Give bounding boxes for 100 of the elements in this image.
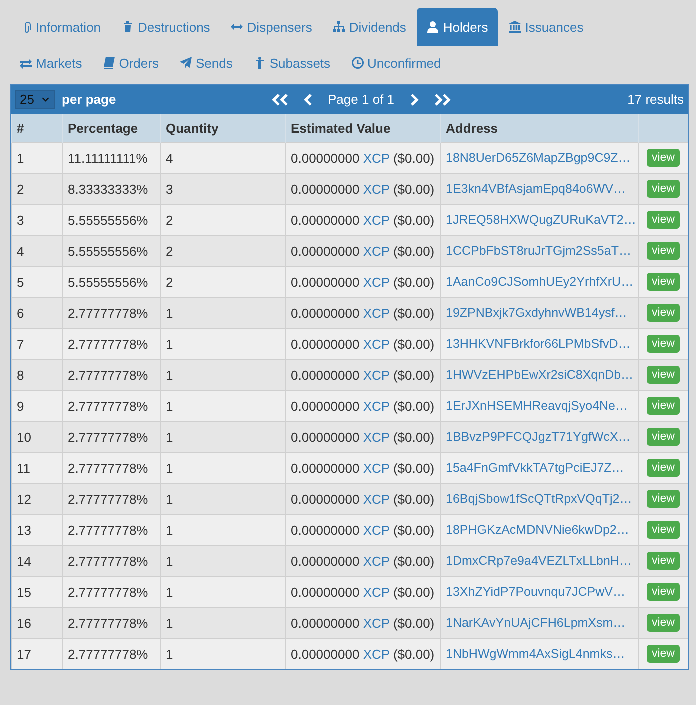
tab[interactable]: Unconfirmed [342, 46, 452, 80]
exchange-icon [20, 57, 32, 69]
tab[interactable]: Destructions [112, 8, 220, 46]
usd-value: ($0.00) [393, 430, 435, 444]
tab[interactable]: Dividends [323, 8, 416, 46]
asset-link[interactable]: XCP [363, 212, 390, 228]
asset-link[interactable]: XCP [363, 430, 390, 444]
table-cell: 16 [12, 608, 62, 638]
asset-link[interactable]: XCP [363, 274, 390, 290]
table-cell: 2.77777778% [62, 360, 160, 390]
usd-value: ($0.00) [393, 368, 435, 382]
table-cell: 2.77777778% [62, 422, 160, 452]
person-icon [254, 57, 266, 69]
view-button[interactable]: view [646, 428, 680, 446]
view-button[interactable]: view [646, 273, 680, 291]
usd-value: ($0.00) [393, 646, 435, 662]
asset-link[interactable]: XCP [363, 306, 390, 320]
double-arrow-icon [231, 21, 244, 33]
asset-link[interactable]: XCP [363, 522, 390, 538]
usd-value: ($0.00) [393, 306, 435, 320]
per-page-select[interactable]: 25 [15, 90, 55, 109]
first-page-icon[interactable] [270, 92, 290, 106]
asset-link[interactable]: XCP [363, 182, 390, 196]
table-cell: 14 [12, 546, 62, 576]
hierarchy-icon [333, 21, 346, 33]
table-cell: 1 [160, 514, 286, 546]
send-icon [180, 57, 192, 69]
tab[interactable]: Markets [10, 46, 92, 80]
value-amount: 0.00000000 [291, 368, 360, 382]
usd-value: ($0.00) [393, 274, 435, 290]
view-button[interactable]: view [646, 366, 680, 384]
asset-link[interactable]: XCP [363, 616, 390, 630]
asset-link[interactable]: XCP [363, 460, 390, 476]
tab[interactable]: Information [10, 8, 112, 46]
table-cell: 11.11111111% [62, 142, 160, 174]
tab[interactable]: Subassets [244, 46, 341, 80]
usd-value: ($0.00) [393, 212, 435, 228]
view-button[interactable]: view [646, 180, 680, 198]
caret-icon [42, 95, 50, 104]
asset-link[interactable]: XCP [363, 554, 390, 568]
table-cell: 7 [12, 328, 62, 360]
view-button[interactable]: view [646, 304, 680, 322]
tab[interactable]: Sends [170, 46, 243, 80]
table-cell: 1 [12, 142, 62, 174]
view-button[interactable]: view [646, 645, 680, 663]
value-amount: 0.00000000 [291, 336, 360, 352]
asset-link[interactable]: XCP [363, 368, 390, 382]
view-button[interactable]: view [646, 335, 680, 353]
value-amount: 0.00000000 [291, 554, 360, 568]
view-button[interactable]: view [646, 614, 680, 632]
table-cell: 2 [160, 204, 286, 236]
value-amount: 0.00000000 [291, 244, 360, 258]
table-cell: 2 [12, 174, 62, 204]
view-button[interactable]: view [646, 397, 680, 415]
table-cell: 1 [160, 484, 286, 514]
tab[interactable]: Orders [93, 46, 169, 80]
table-cell: 1 [160, 546, 286, 576]
view-button[interactable]: view [646, 552, 680, 570]
tab[interactable]: Issuances [499, 8, 594, 46]
value-amount: 0.00000000 [291, 398, 360, 414]
table-cell: 2.77777778% [62, 390, 160, 422]
asset-link[interactable]: XCP [363, 646, 390, 662]
asset-link[interactable]: XCP [363, 336, 390, 352]
table-cell: 3 [160, 174, 286, 204]
value-amount: 0.00000000 [291, 150, 360, 166]
asset-link[interactable]: XCP [363, 244, 390, 258]
page-indicator: Page 1 of 1 [328, 92, 394, 107]
table-cell: 11 [12, 452, 62, 484]
view-button[interactable]: view [646, 459, 680, 477]
tab[interactable]: Holders [417, 8, 498, 46]
view-button[interactable]: view [646, 242, 680, 260]
trash-icon [122, 21, 134, 33]
view-button[interactable]: view [646, 521, 680, 539]
asset-link[interactable]: XCP [363, 398, 390, 414]
value-amount: 0.00000000 [291, 460, 360, 476]
view-button[interactable]: view [646, 149, 680, 167]
column-header: # [12, 114, 62, 142]
clock-icon [352, 57, 364, 69]
usd-value: ($0.00) [393, 150, 435, 166]
table-cell: 2.77777778% [62, 328, 160, 360]
table-cell: 12 [12, 484, 62, 514]
asset-link[interactable]: XCP [363, 150, 390, 166]
table-cell: 1 [160, 452, 286, 484]
previous-page-icon[interactable] [304, 92, 314, 106]
view-button[interactable]: view [646, 211, 680, 229]
last-page-icon[interactable] [432, 92, 452, 106]
next-page-icon[interactable] [408, 92, 418, 106]
table-cell: 2 [160, 236, 286, 266]
results-count: 17 results [628, 92, 684, 107]
asset-link[interactable]: XCP [363, 584, 390, 600]
table-cell: 2.77777778% [62, 484, 160, 514]
asset-link[interactable]: XCP [363, 492, 390, 506]
value-amount: 0.00000000 [291, 492, 360, 506]
table-cell: 2.77777778% [62, 546, 160, 576]
table-cell: 1 [160, 360, 286, 390]
view-button[interactable]: view [646, 583, 680, 601]
table-cell: 1 [160, 422, 286, 452]
view-button[interactable]: view [646, 490, 680, 508]
tab[interactable]: Dispensers [221, 8, 322, 46]
value-amount: 0.00000000 [291, 584, 360, 600]
